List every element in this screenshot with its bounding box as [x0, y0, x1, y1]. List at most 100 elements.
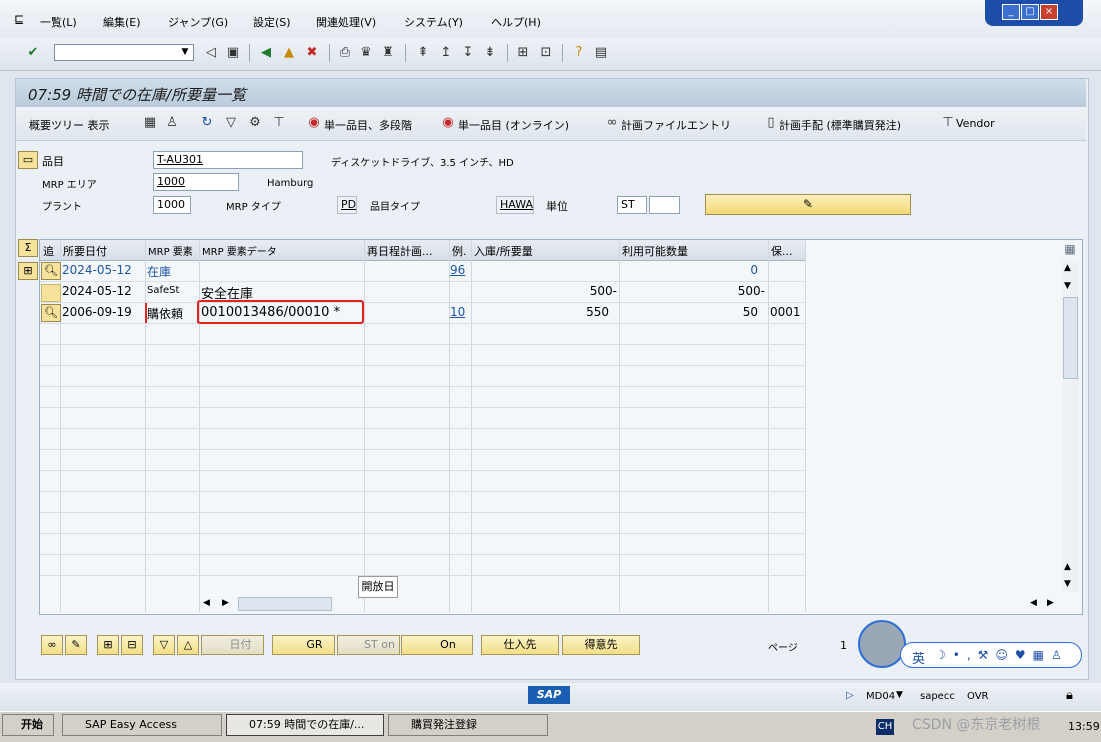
edit-icon[interactable]: ✎ — [705, 194, 911, 215]
ime-tools-icon[interactable]: ☽•‚⚒☺♥▦♙ — [935, 648, 1069, 662]
on-button[interactable]: On — [401, 635, 473, 655]
avatar[interactable] — [858, 620, 906, 668]
mrp-area-name: Hamburg — [267, 178, 314, 189]
sap-logo: SAP — [528, 686, 570, 704]
scroll-left-icon[interactable]: ◀ — [203, 598, 210, 608]
row-exception[interactable]: 96 — [450, 263, 465, 277]
menu-environment[interactable]: 関連処理(V) — [316, 14, 376, 30]
glasses-icon[interactable]: ∞ — [41, 635, 63, 655]
column-header[interactable]: 例. — [452, 243, 467, 259]
settings-icon[interactable]: ⚙ — [246, 114, 264, 132]
column-settings-icon[interactable]: ▦ — [1062, 241, 1078, 257]
first-page-icon[interactable]: ⇞ — [414, 44, 432, 62]
column-header[interactable]: MRP 要素 — [148, 243, 193, 258]
collapse-icon[interactable]: ⊟ — [121, 635, 143, 655]
refresh-icon[interactable]: ↻ — [198, 114, 216, 132]
menu-goto[interactable]: ジャンプ(G) — [168, 14, 228, 30]
vendor-button[interactable]: 仕入先 — [481, 635, 559, 655]
column-header[interactable]: 入庫/所要量 — [474, 243, 533, 259]
minimize-button[interactable]: _ — [1002, 4, 1020, 20]
layout-icon[interactable]: ▤ — [592, 44, 610, 62]
st-on-button[interactable]: ST on — [337, 635, 400, 655]
restore-button[interactable]: □ — [1021, 4, 1039, 20]
enter-icon[interactable]: ✔ — [24, 44, 42, 62]
print-icon[interactable]: ⎙ — [336, 44, 354, 62]
single-item-multilevel-button[interactable]: 単一品目、多段階 — [324, 117, 412, 133]
tree-toggle-button[interactable]: 概要ツリー 表示 — [29, 117, 110, 133]
sort-down-icon[interactable]: ▽ — [153, 635, 175, 655]
play-icon[interactable]: ▷ — [846, 690, 854, 701]
column-header[interactable]: 所要日付 — [63, 243, 107, 259]
save-icon[interactable]: ▣ — [224, 44, 242, 62]
help-icon[interactable]: ? — [570, 44, 588, 62]
start-button[interactable]: 开始 — [2, 714, 54, 736]
material-field[interactable]: T-AU301 — [153, 151, 303, 169]
chevron-down-icon[interactable]: ▼ — [178, 45, 192, 60]
material-icon[interactable]: ▦ — [141, 114, 159, 132]
hierarchy-icon[interactable]: ⊞ — [18, 262, 38, 280]
column-header[interactable]: 再日程計画... — [367, 243, 433, 259]
sort-up-icon[interactable]: △ — [177, 635, 199, 655]
expand-icon[interactable]: ⊞ — [97, 635, 119, 655]
menu-settings[interactable]: 設定(S) — [253, 14, 291, 30]
back-icon[interactable]: ◀ — [257, 44, 275, 62]
row-exception[interactable]: 10 — [450, 305, 465, 319]
page-number: 1 — [840, 639, 847, 652]
column-header[interactable]: 追 — [43, 243, 54, 259]
scroll-up-icon[interactable]: ▲ — [1064, 263, 1071, 273]
create-session-icon[interactable]: ⊞ — [514, 44, 532, 62]
ime-mode[interactable]: 英 — [912, 648, 925, 667]
detail-magnifier-icon[interactable]: 🔍︎ — [41, 304, 61, 322]
menu-edit[interactable]: 編集(E) — [103, 14, 141, 30]
horizontal-scroll-thumb[interactable] — [238, 597, 332, 611]
single-item-online-button[interactable]: 単一品目 (オンライン) — [458, 117, 569, 133]
unit-extra-field — [649, 196, 680, 214]
back-arrow-icon[interactable]: ◁ — [202, 44, 220, 62]
person-icon[interactable]: ♙ — [163, 114, 181, 132]
scroll-up-icon[interactable]: ▲ — [1064, 562, 1071, 572]
column-header[interactable]: 保... — [771, 243, 793, 259]
vendor-button[interactable]: Vendor — [956, 117, 995, 130]
cancel-icon[interactable]: ✖ — [303, 44, 321, 62]
mrp-area-field[interactable]: 1000 — [153, 173, 239, 191]
select-icon[interactable]: ⊤ — [270, 114, 288, 132]
date-button[interactable]: 日付 — [201, 635, 264, 655]
scroll-thumb[interactable] — [1063, 297, 1078, 379]
scroll-left-icon[interactable]: ◀ — [1030, 598, 1037, 608]
planning-file-entry-button[interactable]: 計画ファイルエントリ — [621, 117, 731, 133]
taskbar-item[interactable]: SAP Easy Access — [62, 714, 222, 736]
filter-icon[interactable]: ▽ — [222, 114, 240, 132]
sum-icon[interactable]: Σ — [18, 239, 38, 257]
material-description: ディスケットドライブ、3.5 インチ、HD — [331, 158, 514, 169]
column-header[interactable]: MRP 要素データ — [202, 243, 277, 258]
detail-magnifier-icon[interactable]: 🔍︎ — [41, 262, 61, 280]
row-selector[interactable] — [41, 284, 61, 302]
command-field[interactable] — [54, 44, 194, 61]
next-page-icon[interactable]: ↧ — [459, 44, 477, 62]
close-button[interactable]: × — [1040, 4, 1058, 20]
scroll-right-icon[interactable]: ▶ — [1047, 598, 1054, 608]
exit-icon[interactable]: ▲ — [280, 44, 298, 62]
scroll-right-icon[interactable]: ▶ — [222, 598, 229, 608]
find-icon[interactable]: ♛ — [357, 44, 375, 62]
taskbar-item[interactable]: 07:59 時間での在庫/... — [226, 714, 384, 736]
pencil-icon[interactable]: ✎ — [65, 635, 87, 655]
column-header[interactable]: 利用可能数量 — [622, 243, 688, 259]
planning-procedure-button[interactable]: 計画手配 (標準購買発注) — [779, 117, 901, 133]
previous-page-icon[interactable]: ↥ — [437, 44, 455, 62]
customer-button[interactable]: 得意先 — [562, 635, 640, 655]
menu-system[interactable]: システム(Y) — [404, 14, 463, 30]
taskbar-item[interactable]: 購買発注登録 — [388, 714, 548, 736]
menu-icon[interactable]: ⊑ — [14, 12, 24, 26]
gr-button[interactable]: GR — [272, 635, 335, 655]
last-page-icon[interactable]: ⇟ — [481, 44, 499, 62]
chevron-down-icon[interactable]: ▼ — [896, 690, 903, 700]
folder-icon[interactable]: ▭ — [18, 151, 38, 169]
language-indicator[interactable]: CH — [876, 719, 894, 735]
scroll-down-icon[interactable]: ▼ — [1064, 579, 1071, 589]
scroll-up-icon[interactable]: ▼ — [1064, 281, 1071, 291]
menu-help[interactable]: ヘルプ(H) — [491, 14, 541, 30]
menu-list[interactable]: 一覧(L) — [40, 14, 77, 30]
shortcut-icon[interactable]: ⊡ — [537, 44, 555, 62]
find-next-icon[interactable]: ♜ — [379, 44, 397, 62]
